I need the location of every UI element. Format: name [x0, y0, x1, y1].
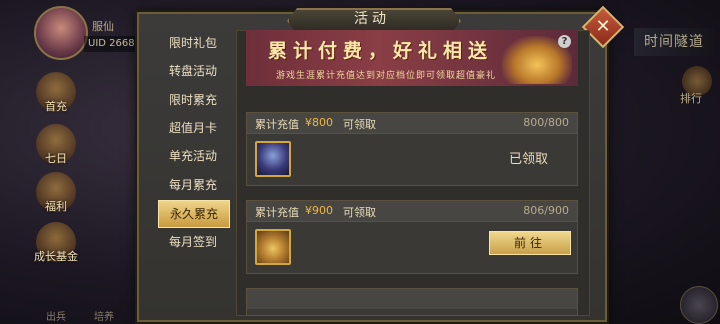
side-menu-growth-fund[interactable]: 成长基金	[30, 248, 82, 264]
nav-item-train[interactable]: 培养	[94, 308, 114, 323]
reward-card-partial	[246, 288, 578, 316]
claimed-label: 已领取	[509, 152, 549, 167]
panel-title: 活动	[354, 11, 390, 27]
goto-button[interactable]: 前往	[489, 231, 571, 255]
tab-monthly-recharge[interactable]: 每月累充	[158, 172, 228, 198]
reward-card: 累计充值 ¥800 可领取 800/800 已领取	[246, 112, 578, 186]
reward-label: 累计充值	[255, 206, 299, 219]
menu-grid-icon[interactable]	[680, 286, 718, 324]
tab-permanent-recharge[interactable]: 永久累充	[158, 200, 230, 228]
banner-title: 累计付费，好礼相送	[268, 40, 494, 62]
tab-single-recharge[interactable]: 单充活动	[158, 143, 228, 169]
time-tunnel-button[interactable]: 时间隧道	[634, 28, 714, 56]
side-menu-seven-day[interactable]: 七日	[30, 150, 82, 166]
close-icon[interactable]: ✕	[588, 12, 618, 42]
reward-progress: 806/900	[523, 204, 569, 217]
event-banner: 累计付费，好礼相送 游戏生涯累计充值达到对应档位即可领取超值豪礼	[246, 30, 578, 86]
help-icon[interactable]: ?	[558, 35, 571, 48]
nav-item-deploy[interactable]: 出兵	[46, 308, 66, 323]
reward-card-header	[247, 289, 577, 309]
treasure-chest-icon[interactable]	[255, 229, 291, 265]
hero-portrait-icon[interactable]	[255, 141, 291, 177]
tab-monthly-card[interactable]: 超值月卡	[158, 115, 228, 141]
reward-amount: ¥900	[305, 204, 333, 217]
side-menu-welfare[interactable]: 福利	[30, 198, 82, 214]
reward-label: 累计充值	[255, 118, 299, 131]
reward-amount: ¥800	[305, 116, 333, 129]
ranking-label[interactable]: 排行	[680, 90, 702, 106]
tab-limited-gift[interactable]: 限时礼包	[158, 30, 228, 56]
side-menu-first-charge[interactable]: 首充	[30, 98, 82, 114]
player-name: 服仙	[92, 20, 114, 33]
tab-monthly-signin[interactable]: 每月签到	[158, 229, 228, 255]
banner-subtitle: 游戏生涯累计充值达到对应档位即可领取超值豪礼	[276, 71, 497, 81]
player-avatar[interactable]	[34, 6, 88, 60]
reward-status: 可领取	[343, 118, 376, 131]
reward-progress: 800/800	[523, 116, 569, 129]
reward-status: 可领取	[343, 206, 376, 219]
tab-wheel-event[interactable]: 转盘活动	[158, 58, 228, 84]
reward-card: 累计充值 ¥900 可领取 806/900 前往	[246, 200, 578, 274]
reward-card-header: 累计充值 ¥800 可领取 800/800	[247, 113, 577, 134]
reward-card-header: 累计充值 ¥900 可领取 806/900	[247, 201, 577, 222]
tab-limited-recharge[interactable]: 限时累充	[158, 87, 228, 113]
